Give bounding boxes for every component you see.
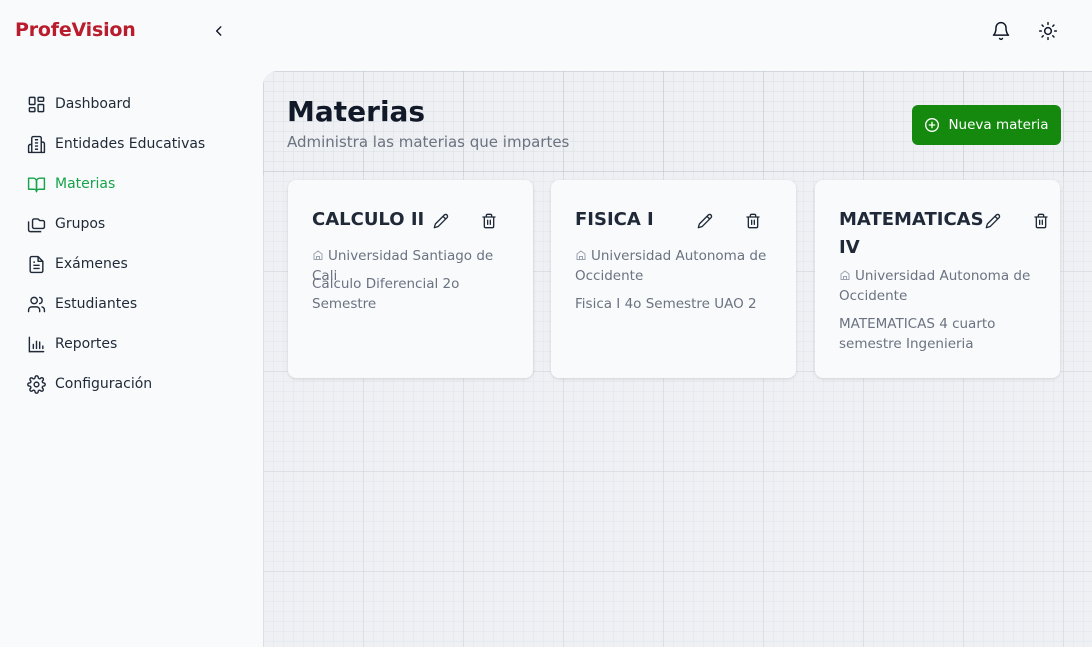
sidebar-item-label: Grupos [55, 216, 106, 232]
sidebar-item-grupos[interactable]: Grupos [26, 204, 246, 244]
trash-icon [746, 213, 760, 229]
bar-chart-icon [26, 334, 46, 354]
page-subtitle: Administra las materias que impartes [287, 133, 570, 151]
new-subject-label: Nueva materia [948, 117, 1049, 133]
edit-button[interactable] [696, 212, 714, 230]
sidebar-item-entidades[interactable]: Entidades Educativas [26, 124, 246, 164]
sidebar-item-label: Materias [55, 176, 116, 192]
subjects-grid: CALCULO II Universidad Santiago de Cali … [263, 176, 1092, 647]
subject-card[interactable]: FISICA I Universidad Autonoma de Occiden… [551, 180, 796, 378]
school-icon [576, 250, 586, 260]
subject-card[interactable]: CALCULO II Universidad Santiago de Cali … [288, 180, 533, 378]
sidebar-item-label: Entidades Educativas [55, 136, 206, 152]
bell-icon [992, 21, 1010, 41]
main-content: Materias Administra las materias que imp… [263, 71, 1092, 647]
trash-icon [482, 213, 496, 229]
subject-description: Fisica I 4o Semestre UAO 2 [575, 296, 757, 312]
users-icon [26, 294, 46, 314]
folders-icon [26, 214, 46, 234]
subject-card[interactable]: MATEMATICAS IV Universidad Autonoma de O… [815, 180, 1060, 378]
sidebar-item-materias[interactable]: Materias [26, 164, 246, 204]
sidebar-item-label: Reportes [55, 336, 118, 352]
school-icon [840, 270, 850, 280]
gear-icon [26, 374, 46, 394]
collapse-sidebar-button[interactable] [210, 22, 228, 40]
dashboard-icon [26, 94, 46, 114]
subject-description: Calculo Diferencial 2o Semestre [312, 276, 460, 312]
file-text-icon [26, 254, 46, 274]
subject-institution: Universidad Autonoma de Occidente [839, 268, 1031, 304]
delete-button[interactable] [1032, 212, 1050, 230]
subject-title: CALCULO II [312, 209, 425, 230]
sidebar-item-reportes[interactable]: Reportes [26, 324, 246, 364]
sidebar-nav: Dashboard Entidades Educativas Materias … [26, 84, 246, 404]
edit-button[interactable] [984, 212, 1002, 230]
building-icon [26, 134, 46, 154]
sidebar-item-label: Estudiantes [55, 296, 138, 312]
edit-button[interactable] [432, 212, 450, 230]
theme-toggle-button[interactable] [1037, 20, 1059, 42]
plus-circle-icon [924, 117, 940, 133]
subject-description: MATEMATICAS 4 cuarto semestre Ingenieria [839, 316, 996, 352]
sidebar-item-estudiantes[interactable]: Estudiantes [26, 284, 246, 324]
sidebar-item-label: Exámenes [55, 256, 128, 272]
pencil-icon [433, 213, 449, 229]
pencil-icon [985, 213, 1001, 229]
new-subject-button[interactable]: Nueva materia [912, 105, 1061, 145]
sidebar-item-examenes[interactable]: Exámenes [26, 244, 246, 284]
pencil-icon [697, 213, 713, 229]
notifications-button[interactable] [990, 20, 1012, 42]
subject-institution: Universidad Autonoma de Occidente [575, 248, 767, 284]
delete-button[interactable] [480, 212, 498, 230]
sun-icon [1038, 21, 1058, 41]
sidebar-item-configuracion[interactable]: Configuración [26, 364, 246, 404]
delete-button[interactable] [744, 212, 762, 230]
trash-icon [1034, 213, 1048, 229]
chevron-left-icon [215, 26, 222, 36]
school-icon [313, 250, 323, 260]
app-logo[interactable]: ProfeVision [15, 19, 136, 41]
sidebar-item-dashboard[interactable]: Dashboard [26, 84, 246, 124]
subject-title: FISICA I [575, 209, 654, 230]
sidebar-item-label: Configuración [55, 376, 153, 392]
sidebar-item-label: Dashboard [55, 96, 131, 112]
page-title: Materias [287, 95, 426, 128]
subject-title: MATEMATICAS IV [839, 209, 984, 258]
book-open-icon [26, 174, 46, 194]
